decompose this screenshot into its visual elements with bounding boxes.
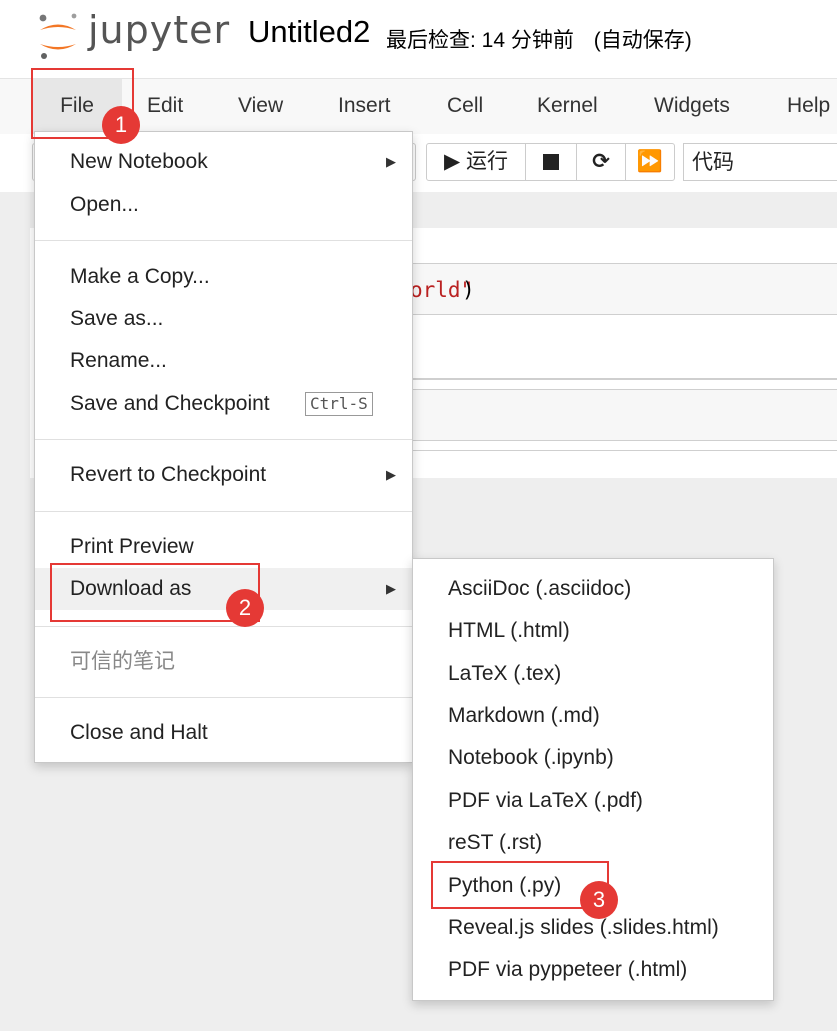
- submenu-item-html[interactable]: HTML (.html): [413, 610, 773, 652]
- menu-item-print-preview[interactable]: Print Preview: [35, 526, 412, 568]
- submenu-item-rest[interactable]: reST (.rst): [413, 822, 773, 864]
- menu-edit[interactable]: Edit: [147, 79, 183, 134]
- chevron-right-icon: ▶: [386, 581, 396, 596]
- menu-item-label: Download as: [70, 577, 192, 600]
- menu-item-save-as[interactable]: Save as...: [35, 298, 412, 340]
- last-checkpoint-text: 最后检查: 14 分钟前: [386, 29, 574, 52]
- checkpoint-status: 最后检查: 14 分钟前 (自动保存): [386, 24, 692, 54]
- chevron-right-icon: ▶: [386, 154, 396, 169]
- shortcut-badge: Ctrl-S: [305, 392, 373, 416]
- menu-item-revert-checkpoint[interactable]: Revert to Checkpoint ▶: [35, 454, 412, 496]
- menu-item-label: Revert to Checkpoint: [70, 463, 267, 486]
- menu-divider: [35, 626, 412, 627]
- menu-item-label: Close and Halt: [70, 721, 208, 744]
- menu-item-label: Save and Checkpoint: [70, 392, 270, 415]
- menu-item-label: New Notebook: [70, 150, 208, 173]
- submenu-item-latex[interactable]: LaTeX (.tex): [413, 653, 773, 695]
- restart-button[interactable]: ⟳: [576, 143, 626, 181]
- step-badge-2: 2: [226, 589, 264, 627]
- code-paren: ): [462, 278, 475, 302]
- menu-item-label: Make a Copy...: [70, 265, 210, 288]
- download-submenu: AsciiDoc (.asciidoc) HTML (.html) LaTeX …: [412, 558, 774, 1001]
- menu-item-label: Print Preview: [70, 535, 194, 558]
- fast-forward-icon: ⏩: [636, 150, 664, 173]
- stop-button[interactable]: [525, 143, 577, 181]
- menu-item-open[interactable]: Open...: [35, 184, 412, 226]
- menu-help[interactable]: Help: [787, 79, 830, 134]
- menu-item-download-as[interactable]: Download as ▶: [35, 568, 412, 610]
- menu-insert[interactable]: Insert: [338, 79, 391, 134]
- submenu-item-notebook[interactable]: Notebook (.ipynb): [413, 737, 773, 779]
- menu-item-trusted-notebook: 可信的笔记: [35, 641, 412, 683]
- menu-item-make-copy[interactable]: Make a Copy...: [35, 256, 412, 298]
- submenu-item-asciidoc[interactable]: AsciiDoc (.asciidoc): [413, 568, 773, 610]
- menu-divider: [35, 240, 412, 241]
- menu-item-label: Rename...: [70, 349, 167, 372]
- jupyter-logo-text: jupyter: [88, 8, 231, 52]
- menu-item-label: Save as...: [70, 307, 164, 330]
- notebook-title[interactable]: Untitled2: [248, 14, 370, 50]
- submenu-item-markdown[interactable]: Markdown (.md): [413, 695, 773, 737]
- step-badge-1: 1: [102, 106, 140, 144]
- menu-item-label: 可信的笔记: [70, 650, 175, 673]
- notebook-header: jupyter Untitled2 最后检查: 14 分钟前 (自动保存): [0, 0, 837, 78]
- menu-item-save-checkpoint[interactable]: Save and Checkpoint Ctrl-S: [35, 383, 412, 425]
- stop-icon: [543, 154, 559, 171]
- play-icon: ▶: [444, 150, 461, 173]
- restart-icon: ⟳: [592, 150, 610, 173]
- menu-divider: [35, 439, 412, 440]
- menu-divider: [35, 697, 412, 698]
- submenu-item-pdf-pyppeteer[interactable]: PDF via pyppeteer (.html): [413, 949, 773, 991]
- menu-item-rename[interactable]: Rename...: [35, 340, 412, 382]
- menu-cell[interactable]: Cell: [447, 79, 483, 134]
- menu-item-close-halt[interactable]: Close and Halt: [35, 712, 412, 754]
- chevron-right-icon: ▶: [386, 467, 396, 482]
- menu-item-new-notebook[interactable]: New Notebook ▶: [35, 141, 412, 183]
- run-button-label: 运行: [466, 150, 508, 173]
- autosave-text: (自动保存): [593, 29, 692, 52]
- menu-divider: [35, 511, 412, 512]
- menu-item-label: Open...: [70, 193, 139, 216]
- menu-widgets[interactable]: Widgets: [654, 79, 730, 134]
- menu-kernel[interactable]: Kernel: [537, 79, 598, 134]
- submenu-item-pdf-latex[interactable]: PDF via LaTeX (.pdf): [413, 780, 773, 822]
- jupyter-logo-icon[interactable]: [36, 12, 80, 60]
- cell-type-select[interactable]: 代码: [683, 143, 837, 181]
- run-all-button[interactable]: ⏩: [625, 143, 675, 181]
- run-button[interactable]: ▶ 运行: [426, 143, 526, 181]
- file-dropdown-menu: New Notebook ▶ Open... Make a Copy... Sa…: [34, 131, 413, 763]
- step-badge-3: 3: [580, 881, 618, 919]
- menu-view[interactable]: View: [238, 79, 283, 134]
